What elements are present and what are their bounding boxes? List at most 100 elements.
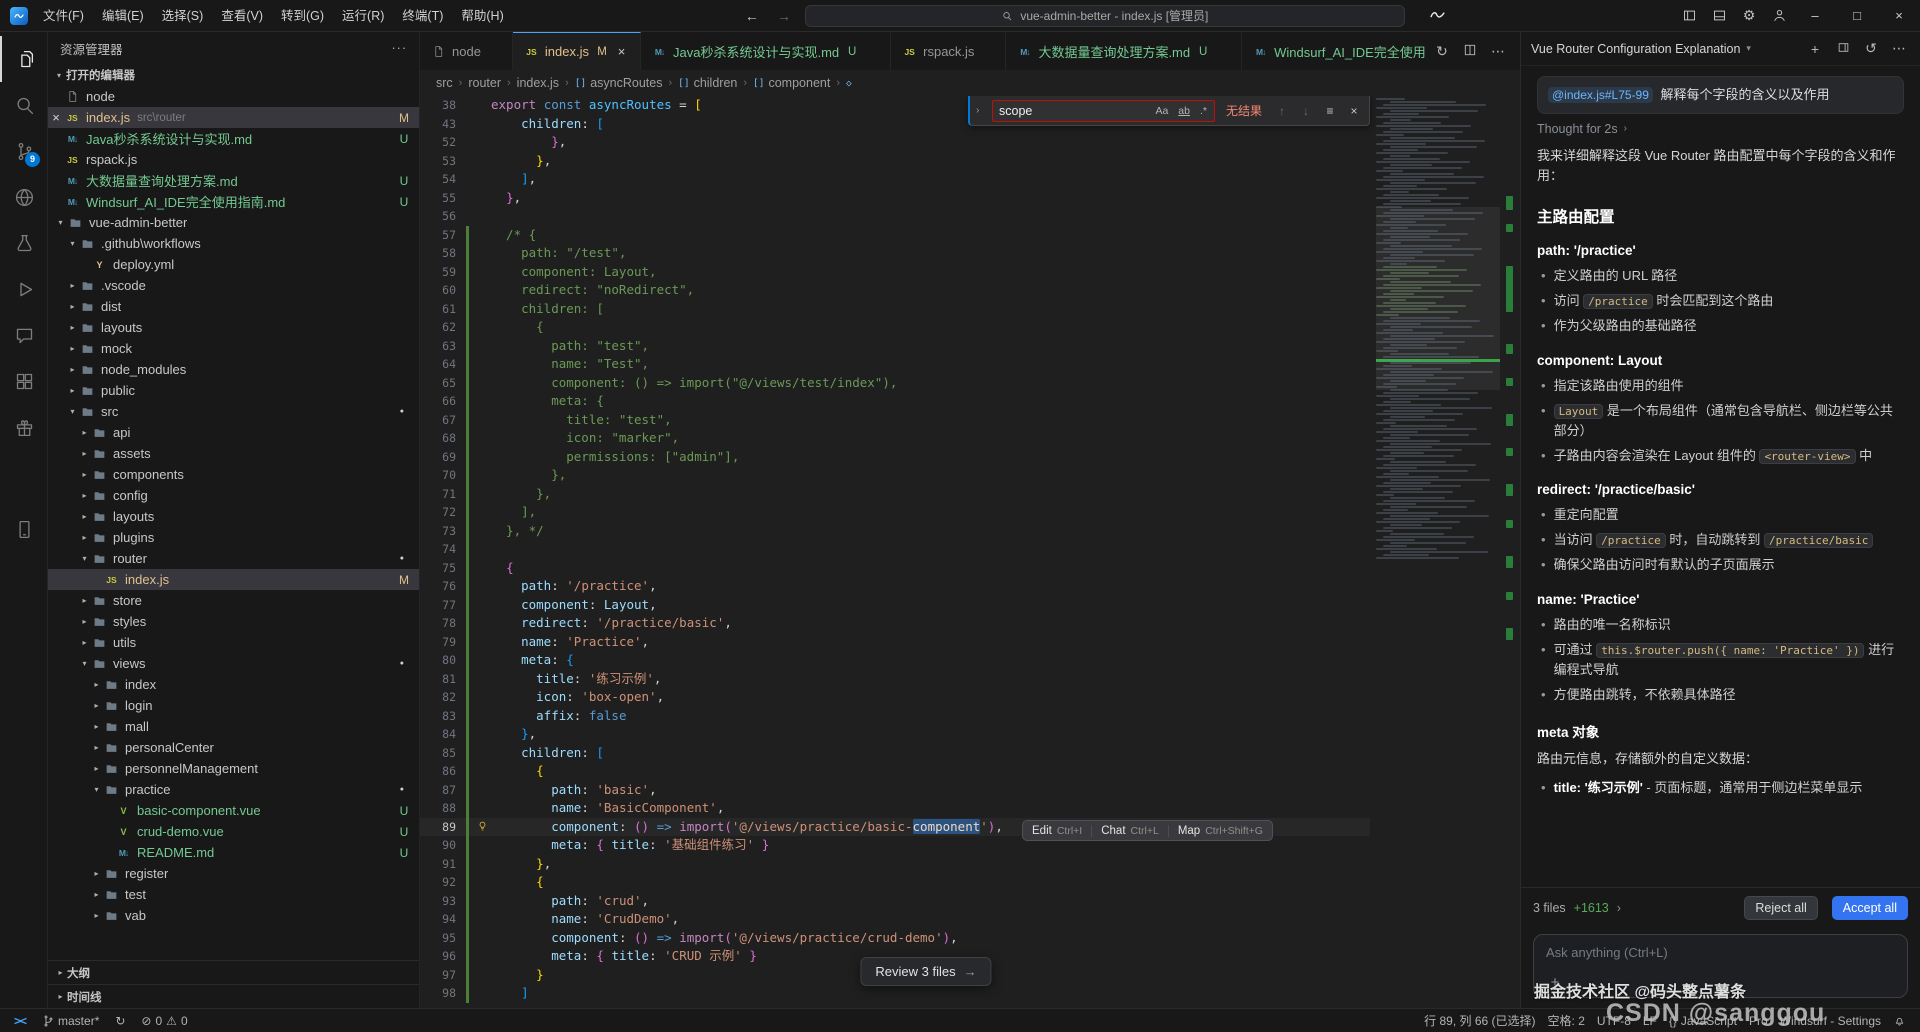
tree-folder-item[interactable]: ▸ assets <box>48 443 419 464</box>
tree-folder-item[interactable]: ▸ config <box>48 485 419 506</box>
open-editor-item[interactable]: node <box>48 86 419 107</box>
line-number[interactable]: 88 <box>420 799 466 818</box>
sync-icon[interactable]: ↻ <box>1430 43 1454 60</box>
language-status[interactable]: {} JavaScript <box>1663 1009 1743 1032</box>
line-number[interactable]: 73 <box>420 522 466 541</box>
search-icon[interactable] <box>0 82 47 128</box>
line-number[interactable]: 61 <box>420 300 466 319</box>
code-line[interactable]: 64 name: "Test", <box>420 355 1370 374</box>
close-button[interactable]: × <box>1878 0 1920 32</box>
code-line[interactable]: 53 }, <box>420 152 1370 171</box>
beaker-icon[interactable] <box>0 220 47 266</box>
tree-file-item[interactable]: Vcrud-demo.vue U <box>48 821 419 842</box>
line-number[interactable]: 91 <box>420 855 466 874</box>
code-line[interactable]: 70 }, <box>420 466 1370 485</box>
line-number[interactable]: 86 <box>420 762 466 781</box>
line-number[interactable]: 65 <box>420 374 466 393</box>
breadcrumb-item[interactable]: src <box>436 76 453 90</box>
comments-icon[interactable] <box>0 312 47 358</box>
problems-status[interactable]: ⊘ 0 ⚠ 0 <box>135 1009 193 1032</box>
line-number[interactable]: 80 <box>420 651 466 670</box>
code-line[interactable]: 93 path: 'crud', <box>420 891 1370 911</box>
code-line[interactable]: 92 { <box>420 873 1370 892</box>
attach-icon[interactable]: + <box>1546 974 1564 991</box>
code-line[interactable]: 75 { <box>420 558 1370 577</box>
breadcrumb-item[interactable]: [] component <box>753 76 830 90</box>
breadcrumb-item[interactable]: ◇ <box>846 78 852 89</box>
code-line[interactable]: 94 name: 'CrudDemo', <box>420 910 1370 929</box>
split-editor-icon[interactable] <box>1458 43 1482 60</box>
close-icon[interactable]: × <box>613 44 630 59</box>
code-editor[interactable]: 38 export const asyncRoutes = [43 childre… <box>420 96 1520 1008</box>
line-number[interactable]: 68 <box>420 429 466 448</box>
line-number[interactable]: 92 <box>420 873 466 892</box>
code-line[interactable]: 74 <box>420 540 1370 559</box>
line-number[interactable]: 43 <box>420 115 466 134</box>
code-line[interactable]: 86 { <box>420 762 1370 781</box>
tree-folder-item[interactable]: ▾ practice ● <box>48 779 419 800</box>
run-debug-icon[interactable] <box>0 266 47 312</box>
find-input[interactable]: scope Aa ab .* <box>992 99 1215 122</box>
tree-folder-item[interactable]: ▾ views ● <box>48 653 419 674</box>
minimize-button[interactable]: – <box>1794 0 1836 32</box>
globe-icon[interactable] <box>0 174 47 220</box>
minimap[interactable] <box>1376 96 1500 1008</box>
line-number[interactable]: 96 <box>420 947 466 966</box>
sync-status[interactable]: ↻ <box>109 1009 131 1032</box>
breadcrumb-item[interactable]: index.js <box>517 76 559 90</box>
line-number[interactable]: 95 <box>420 929 466 948</box>
more-actions-icon[interactable]: ⋯ <box>1486 43 1510 60</box>
tree-folder-item[interactable]: ▸ .vscode <box>48 275 419 296</box>
line-number[interactable]: 69 <box>420 448 466 467</box>
close-icon[interactable]: × <box>48 110 64 125</box>
line-number[interactable]: 62 <box>420 318 466 337</box>
code-line[interactable]: 57 /* { <box>420 225 1370 244</box>
back-icon[interactable]: ← <box>741 8 763 24</box>
menu-item[interactable]: 帮助(H) <box>452 0 512 32</box>
line-number[interactable]: 98 <box>420 984 466 1003</box>
plan-status[interactable]: Pro <box>1743 1009 1774 1032</box>
code-line[interactable]: 66 meta: { <box>420 392 1370 411</box>
line-number[interactable]: 72 <box>420 503 466 522</box>
more-icon[interactable]: ⋯ <box>1888 40 1910 57</box>
device-phone-icon[interactable] <box>0 506 47 552</box>
tree-folder-item[interactable]: ▸ test <box>48 884 419 905</box>
code-line[interactable]: 95 component: () => import('@/views/prac… <box>420 928 1370 948</box>
open-editors-header[interactable]: ▾ 打开的编辑器 <box>48 64 419 86</box>
tree-folder-item[interactable]: ▸ personalCenter <box>48 737 419 758</box>
line-number[interactable]: 78 <box>420 614 466 633</box>
line-number[interactable]: 83 <box>420 707 466 726</box>
code-line[interactable]: 55 }, <box>420 189 1370 208</box>
eol-status[interactable]: LF <box>1637 1009 1663 1032</box>
line-number[interactable]: 63 <box>420 337 466 356</box>
next-match-icon[interactable]: ↓ <box>1297 104 1315 118</box>
tree-folder-item[interactable]: ▸ components <box>48 464 419 485</box>
code-line[interactable]: 67 title: "test", <box>420 410 1370 430</box>
editor-tab[interactable]: node <box>420 32 513 70</box>
code-line[interactable]: 98 ] <box>420 984 1370 1003</box>
line-number[interactable]: 82 <box>420 688 466 707</box>
line-number[interactable]: 89 <box>420 818 466 837</box>
line-number[interactable]: 93 <box>420 892 466 911</box>
inline-chat-button[interactable]: Chat Ctrl+L <box>1091 824 1168 837</box>
tree-folder-item[interactable]: ▸ vab <box>48 905 419 926</box>
tree-folder-item[interactable]: ▸ styles <box>48 611 419 632</box>
line-number[interactable]: 79 <box>420 633 466 652</box>
code-line[interactable]: 84 }, <box>420 725 1370 744</box>
code-line[interactable]: 61 children: [ <box>420 299 1370 319</box>
regex-icon[interactable]: .* <box>1197 104 1210 118</box>
close-icon[interactable]: × <box>1345 104 1363 118</box>
code-line[interactable]: 79 name: 'Practice', <box>420 632 1370 652</box>
command-center-search[interactable]: vue-admin-better - index.js [管理员] <box>804 4 1405 27</box>
cascade-wave-icon[interactable] <box>1429 6 1446 26</box>
code-line[interactable]: 71 }, <box>420 484 1370 503</box>
tree-folder-item[interactable]: ▸ api <box>48 422 419 443</box>
line-number[interactable]: 81 <box>420 670 466 689</box>
menu-item[interactable]: 运行(R) <box>333 0 393 32</box>
git-branch-status[interactable]: master* <box>36 1009 105 1032</box>
code-line[interactable]: 88 name: 'BasicComponent', <box>420 799 1370 818</box>
line-number[interactable]: 70 <box>420 466 466 485</box>
tree-folder-item[interactable]: ▸ store <box>48 590 419 611</box>
line-number[interactable]: 67 <box>420 411 466 430</box>
breadcrumb-item[interactable]: router <box>468 76 501 90</box>
